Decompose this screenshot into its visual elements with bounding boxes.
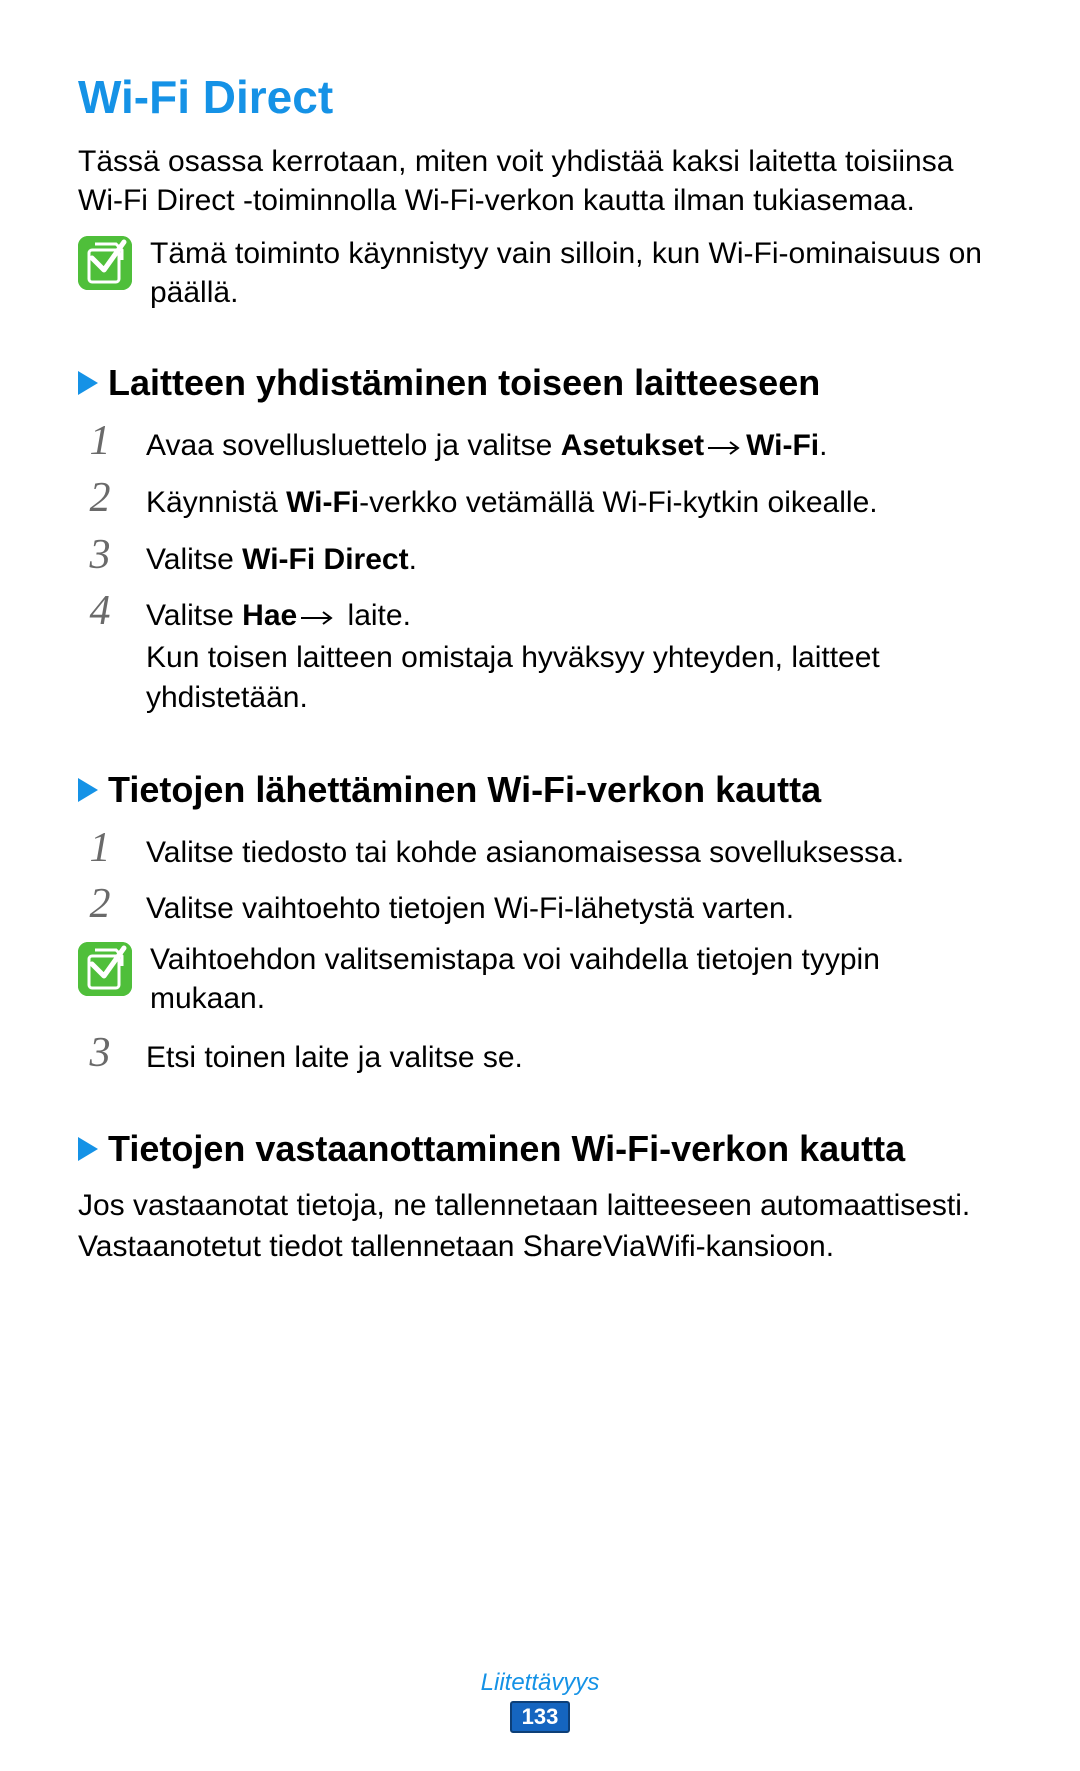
- note-icon: [78, 236, 132, 290]
- step-text: Etsi toinen laite ja valitse se.: [146, 1032, 523, 1079]
- document-page: Wi-Fi Direct Tässä osassa kerrotaan, mit…: [0, 0, 1080, 1267]
- note-text: Vaihtoehdon valitsemistapa voi vaihdella…: [150, 940, 1002, 1018]
- arrow-right-icon: [301, 597, 335, 638]
- list-item: 4 Valitse Hae laite. Kun toisen laitteen…: [78, 590, 1002, 718]
- step-number: 3: [78, 534, 122, 576]
- chevron-right-icon: [78, 371, 98, 395]
- list-item: 1 Valitse tiedosto tai kohde asianomaise…: [78, 827, 1002, 874]
- list-item: 2 Käynnistä Wi-Fi-verkko vetämällä Wi-Fi…: [78, 477, 1002, 524]
- step-number: 2: [78, 477, 122, 519]
- note-icon: [78, 942, 132, 996]
- steps-list-send: 1 Valitse tiedosto tai kohde asianomaise…: [78, 827, 1002, 1079]
- step-number: 2: [78, 883, 122, 925]
- list-item: 1 Avaa sovellusluettelo ja valitse Asetu…: [78, 420, 1002, 467]
- intro-paragraph: Tässä osassa kerrotaan, miten voit yhdis…: [78, 142, 1002, 220]
- subheading-text: Tietojen lähettäminen Wi-Fi-verkon kautt…: [108, 769, 821, 811]
- subheading-connect: Laitteen yhdistäminen toiseen laitteesee…: [78, 362, 1002, 404]
- subheading-receive: Tietojen vastaanottaminen Wi-Fi-verkon k…: [78, 1128, 1002, 1170]
- note-text: Tämä toiminto käynnistyy vain silloin, k…: [150, 234, 1002, 312]
- list-item: 3 Valitse Wi-Fi Direct.: [78, 534, 1002, 581]
- info-note: Tämä toiminto käynnistyy vain silloin, k…: [78, 234, 1002, 312]
- subheading-text: Tietojen vastaanottaminen Wi-Fi-verkon k…: [108, 1128, 905, 1170]
- step-number: 1: [78, 827, 122, 869]
- inline-note: Vaihtoehdon valitsemistapa voi vaihdella…: [78, 940, 1002, 1018]
- step-text: Valitse tiedosto tai kohde asianomaisess…: [146, 827, 904, 874]
- subheading-text: Laitteen yhdistäminen toiseen laitteesee…: [108, 362, 820, 404]
- steps-list-connect: 1 Avaa sovellusluettelo ja valitse Asetu…: [78, 420, 1002, 719]
- list-item: 3 Etsi toinen laite ja valitse se.: [78, 1032, 1002, 1079]
- step-number: 3: [78, 1032, 122, 1074]
- body-paragraph: Jos vastaanotat tietoja, ne tallennetaan…: [78, 1186, 1002, 1267]
- step-text: Avaa sovellusluettelo ja valitse Asetuks…: [146, 420, 827, 467]
- step-number: 1: [78, 420, 122, 462]
- page-number-badge: 133: [510, 1701, 571, 1733]
- chevron-right-icon: [78, 1137, 98, 1161]
- step-text: Valitse Wi-Fi Direct.: [146, 534, 417, 581]
- step-number: 4: [78, 590, 122, 632]
- step-text: Käynnistä Wi-Fi-verkko vetämällä Wi-Fi-k…: [146, 477, 878, 524]
- subheading-send: Tietojen lähettäminen Wi-Fi-verkon kautt…: [78, 769, 1002, 811]
- list-item: 2 Valitse vaihtoehto tietojen Wi-Fi-lähe…: [78, 883, 1002, 930]
- page-footer: Liitettävyys 133: [0, 1669, 1080, 1733]
- chevron-right-icon: [78, 778, 98, 802]
- footer-category: Liitettävyys: [0, 1669, 1080, 1697]
- page-title: Wi-Fi Direct: [78, 70, 1002, 124]
- step-text: Valitse Hae laite. Kun toisen laitteen o…: [146, 590, 1002, 718]
- step-text: Valitse vaihtoehto tietojen Wi-Fi-lähety…: [146, 883, 794, 930]
- arrow-right-icon: [708, 427, 742, 468]
- step-extra-text: Kun toisen laitteen omistaja hyväksyy yh…: [146, 638, 1002, 719]
